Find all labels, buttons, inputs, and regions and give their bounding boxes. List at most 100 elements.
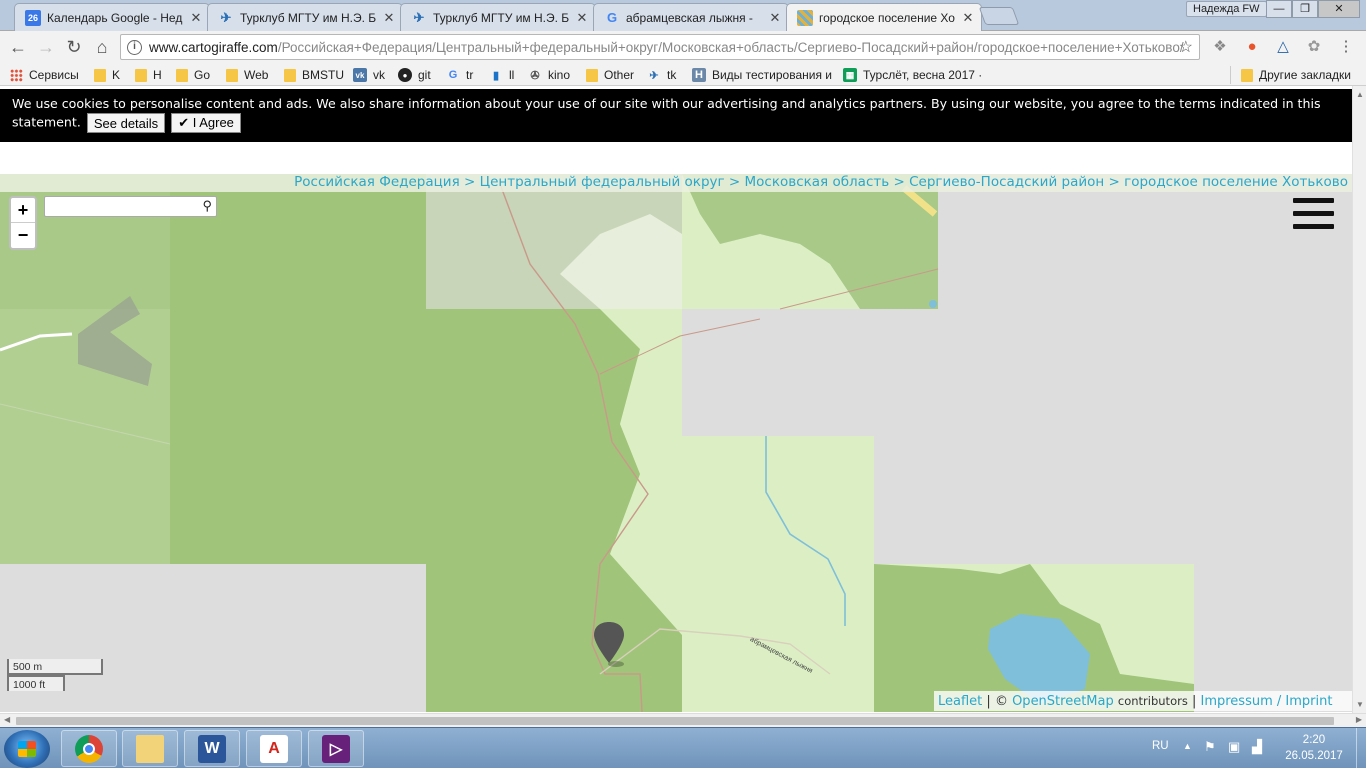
taskbar-app-acrobat[interactable]: A — [246, 730, 302, 767]
taskbar-app-visual-studio[interactable]: ▷ — [308, 730, 364, 767]
menu-icon[interactable]: ⋮ — [1337, 38, 1355, 56]
power-icon[interactable]: ▣ — [1228, 739, 1240, 780]
bookmark-services[interactable]: Сервисы — [10, 66, 79, 84]
zoom-out-button[interactable]: − — [11, 223, 35, 248]
forward-button[interactable]: → — [34, 35, 58, 59]
scale-imperial: 1000 ft — [7, 675, 65, 691]
breadcrumb-link[interactable]: Российская Федерация — [294, 174, 460, 190]
see-details-button[interactable]: See details — [86, 113, 166, 133]
hamburger-menu-icon[interactable] — [1293, 198, 1335, 234]
i-agree-button[interactable]: ✔ I Agree — [171, 113, 241, 133]
tab-google-search[interactable]: G абрамцевская лыжня - ✕ — [593, 3, 789, 31]
profile-button[interactable]: Надежда FW — [1186, 1, 1267, 17]
bookmark-star-icon[interactable]: ☆ — [1179, 37, 1193, 57]
leaflet-link[interactable]: Leaflet — [938, 694, 982, 709]
back-button[interactable]: ← — [6, 35, 30, 59]
bookmark-folder-web[interactable]: Web — [226, 66, 268, 84]
vk-icon: vk — [353, 68, 367, 82]
openstreetmap-link[interactable]: OpenStreetMap — [1012, 694, 1114, 709]
vertical-scrollbar[interactable]: ▲ ▼ — [1352, 86, 1366, 713]
address-bar[interactable]: i www.cartogiraffe.com /Российская+Федер… — [120, 34, 1200, 60]
show-desktop-button[interactable] — [1356, 728, 1366, 769]
bookmark-ll[interactable]: ▮ ll — [489, 66, 514, 84]
bookmark-testing-types[interactable]: H Виды тестирования и — [692, 66, 832, 84]
bookmark-label: kino — [548, 68, 571, 82]
scale-bar: 500 m 1000 ft — [7, 659, 103, 691]
breadcrumb-link[interactable]: Центральный федеральный округ — [480, 174, 725, 190]
scroll-up-icon[interactable]: ▲ — [1356, 90, 1364, 99]
breadcrumb-separator: > — [728, 174, 741, 190]
breadcrumb-link[interactable]: Сергиево-Посадский район — [909, 174, 1104, 190]
system-clock[interactable]: 2:20 26.05.2017 — [1276, 732, 1352, 764]
notification-extension-icon[interactable]: ● — [1243, 38, 1261, 56]
zoom-control: + − — [9, 196, 37, 250]
horizontal-scrollbar[interactable]: ◀ ▶ — [0, 713, 1366, 727]
tab-strip: 26 Календарь Google - Нед ✕ ✈ Турклуб МГ… — [0, 0, 1366, 32]
tab-cartogiraffe[interactable]: городское поселение Хо ✕ — [786, 3, 982, 32]
bookmark-label: Другие закладки — [1259, 68, 1351, 82]
close-tab-icon[interactable]: ✕ — [189, 10, 203, 26]
taskbar-app-chrome[interactable] — [61, 730, 117, 767]
close-tab-icon[interactable]: ✕ — [575, 10, 589, 26]
scroll-right-icon[interactable]: ▶ — [1356, 715, 1362, 724]
folder-icon — [94, 68, 106, 82]
minimize-button[interactable]: — — [1266, 0, 1292, 18]
new-tab-button[interactable] — [978, 7, 1020, 25]
bookmark-kino[interactable]: ✇ kino — [528, 66, 570, 84]
tab-google-calendar[interactable]: 26 Календарь Google - Нед ✕ — [14, 3, 210, 31]
breadcrumb-link[interactable]: Московская область — [745, 174, 890, 190]
bookmark-folder-other[interactable]: Other — [586, 66, 634, 84]
map-icon — [797, 10, 813, 26]
start-button[interactable] — [4, 730, 50, 768]
reload-button[interactable]: ↻ — [62, 35, 86, 59]
close-tab-icon[interactable]: ✕ — [961, 10, 975, 26]
tab-turklub-2[interactable]: ✈ Турклуб МГТУ им Н.Э. Б ✕ — [400, 3, 596, 31]
apps-grid-icon — [10, 68, 23, 82]
chrome-icon — [75, 734, 103, 763]
bookmark-folder-k[interactable]: K — [94, 66, 120, 84]
map-search-input[interactable]: ⚲ — [44, 196, 217, 217]
language-indicator[interactable]: RU — [1152, 740, 1169, 781]
scrollbar-thumb[interactable] — [16, 717, 1334, 725]
attribution-separator: | — [986, 694, 991, 709]
plane-icon: ✈ — [220, 9, 232, 25]
maximize-button[interactable]: ❐ — [1292, 0, 1318, 18]
info-icon[interactable]: i — [127, 39, 142, 55]
bookmark-folder-bmstu[interactable]: BMSTU — [284, 66, 344, 84]
breadcrumb-link[interactable]: городское поселение Хотьково — [1124, 174, 1348, 190]
action-center-icon[interactable]: ⚑ — [1204, 739, 1216, 780]
bookmark-turslet[interactable]: ▦ Турслёт, весна 2017 · — [843, 66, 982, 84]
close-window-button[interactable]: ✕ — [1318, 0, 1360, 18]
close-tab-icon[interactable]: ✕ — [382, 10, 396, 26]
tab-turklub-1[interactable]: ✈ Турклуб МГТУ им Н.Э. Б ✕ — [207, 3, 403, 31]
map-canvas[interactable]: абрамцевская лыжня — [0, 174, 1352, 712]
taskbar-app-explorer[interactable] — [122, 730, 178, 767]
film-icon: ✇ — [530, 69, 540, 82]
trail-line — [0, 403, 171, 445]
search-icon[interactable]: ⚲ — [202, 198, 212, 214]
scroll-left-icon[interactable]: ◀ — [4, 715, 10, 724]
zoom-in-button[interactable]: + — [11, 198, 35, 223]
paw-extension-icon[interactable]: ❖ — [1211, 38, 1229, 56]
taskbar-app-word[interactable]: W — [184, 730, 240, 767]
network-icon[interactable]: ▟ — [1252, 739, 1262, 780]
scroll-down-icon[interactable]: ▼ — [1356, 700, 1364, 709]
other-bookmarks[interactable]: Другие закладки — [1230, 66, 1351, 84]
bookmark-tr[interactable]: G tr — [446, 66, 474, 84]
cookie-banner: We use cookies to personalise content an… — [0, 89, 1352, 142]
forest-area — [682, 174, 938, 309]
bookmark-folder-go[interactable]: Go — [176, 66, 210, 84]
close-tab-icon[interactable]: ✕ — [768, 10, 782, 26]
home-button[interactable]: ⌂ — [90, 35, 114, 59]
bookmark-tk[interactable]: ✈ tk — [647, 66, 676, 84]
impressum-link[interactable]: Impressum / Imprint — [1201, 694, 1333, 709]
folder-icon — [136, 734, 164, 763]
gear-extension-icon[interactable]: ✿ — [1305, 38, 1323, 56]
h-icon: H — [692, 68, 706, 82]
triangle-extension-icon[interactable]: △ — [1274, 38, 1292, 56]
bookmark-folder-h[interactable]: H — [135, 66, 162, 84]
bookmark-vk[interactable]: vk vk — [353, 66, 385, 84]
show-hidden-icons-icon[interactable]: ▲ — [1183, 741, 1192, 782]
url-path: /Российская+Федерация/Центральный+федера… — [277, 39, 1184, 55]
bookmark-git[interactable]: ● git — [398, 66, 431, 84]
